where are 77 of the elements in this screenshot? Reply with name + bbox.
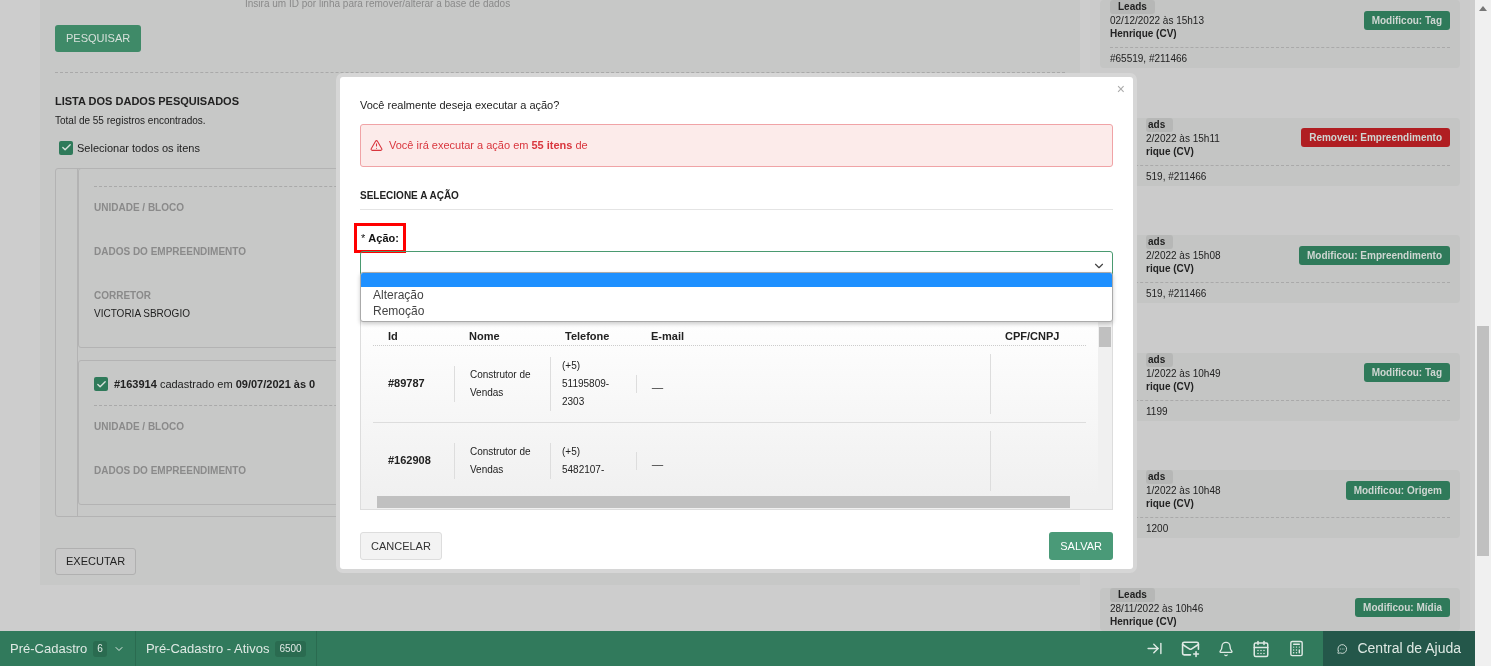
section-title: SELECIONE A AÇÃO	[360, 187, 1113, 210]
activity-ids: 1200	[1145, 522, 1170, 536]
activity-user: rique (CV)	[1146, 380, 1194, 393]
activity-datetime: 02/12/2022 às 15h13	[1110, 15, 1204, 27]
column-header: Nome	[468, 329, 501, 344]
action-badge: Modificou: Empreendimento	[1299, 245, 1450, 265]
action-badge: Modificou: Tag	[1363, 10, 1450, 30]
help-center-button[interactable]: Central de Ajuda	[1323, 631, 1475, 666]
module-tag: Leads	[1110, 0, 1155, 14]
tab-label: Pré-Cadastro - Ativos	[145, 639, 270, 658]
action-badge: Modificou: Origem	[1345, 480, 1450, 500]
alert-text: Você irá executar a ação em 55 itens de	[389, 137, 588, 153]
table-cell: Construtor de Vendas	[454, 442, 550, 479]
field-label: UNIDADE / BLOCO	[94, 202, 184, 214]
module-tag: ads	[1146, 352, 1174, 367]
bottom-tab[interactable]: Pré-Cadastro 6	[0, 631, 136, 666]
warning-icon	[370, 138, 383, 152]
count-badge: 6	[93, 640, 107, 657]
scroll-up-icon[interactable]	[1479, 6, 1487, 11]
dropdown-option[interactable]: Remoção	[361, 303, 1112, 319]
column-header: Telefone	[564, 329, 611, 344]
module-tag: ads	[1146, 470, 1174, 485]
table-cell-text: #162908	[387, 453, 432, 469]
execute-button[interactable]: EXECUTAR	[55, 548, 137, 575]
checkbox[interactable]	[94, 377, 108, 391]
list-title: LISTA DOS DADOS PESQUISADOS	[55, 94, 239, 109]
mail-plus-icon[interactable]	[1181, 639, 1200, 658]
bottom-tab[interactable]: Pré-Cadastro - Ativos 6500	[135, 631, 317, 666]
action-badge: Removeu: Empreendimento	[1301, 128, 1450, 148]
total-text: Total de 55 registros encontrados.	[55, 113, 206, 128]
activity-user: Henrique (CV)	[1110, 28, 1177, 40]
activity-user: rique (CV)	[1146, 498, 1194, 511]
question-text: Você realmente deseja executar a ação?	[360, 98, 561, 113]
table-cell-text: #89787	[387, 376, 426, 392]
checkbox[interactable]	[59, 140, 73, 155]
module-tag: Leads	[1110, 587, 1155, 602]
count-badge: 6500	[275, 640, 306, 657]
field-value: VICTORIA SBROGIO	[94, 308, 190, 320]
activity-datetime: 28/11/2022 às 10h46	[1110, 602, 1204, 615]
calculator-icon[interactable]	[1288, 640, 1305, 657]
module-tag: ads	[1146, 235, 1174, 250]
action-badge: Modificou: Mídia	[1355, 598, 1450, 618]
select-all-label: Selecionar todos os itens	[77, 140, 200, 156]
table-cell: Construtor de Vendas	[454, 365, 550, 402]
field-label: DADOS DO EMPREENDIMENTO	[94, 246, 247, 258]
activity-ids: #65519, #211466	[1110, 52, 1189, 65]
activity-ids: 519, #211466	[1145, 169, 1208, 183]
column-header: E-mail	[650, 329, 685, 344]
tab-label: Pré-Cadastro	[10, 639, 88, 658]
activity-ids: 519, #211466	[1145, 287, 1208, 301]
table-cell: (+5) 51195809-2303	[550, 356, 636, 411]
activity-user: rique (CV)	[1146, 145, 1194, 158]
field-label: CORRETOR	[94, 290, 152, 302]
activity-datetime: 2/2022 às 15h08	[1146, 250, 1221, 263]
activity-user: rique (CV)	[1146, 263, 1194, 276]
action-badge: Modificou: Tag	[1363, 363, 1450, 383]
activity-datetime: 2/2022 às 15h11	[1146, 132, 1220, 145]
field-label: *Ação:	[354, 222, 406, 253]
column-header: CPF/CNPJ	[1004, 329, 1061, 344]
activity-datetime: 1/2022 às 10h49	[1146, 367, 1221, 380]
page-scrollbar[interactable]	[1475, 0, 1491, 666]
cancel-button[interactable]: CANCELAR	[360, 532, 442, 560]
arrow-to-line-icon[interactable]	[1146, 640, 1163, 657]
field-label: DADOS DO EMPREENDIMENTO	[94, 465, 247, 477]
record-header: #163914 cadastrado em 09/07/2021 às 0	[114, 376, 316, 392]
activity-ids: 1199	[1145, 404, 1169, 418]
table-cell: (+5) 5482107-	[550, 442, 636, 479]
table-cell: __	[636, 451, 990, 470]
dropdown-option[interactable]: Alteração	[361, 287, 1112, 303]
activity-user: Henrique (CV)	[1110, 615, 1177, 628]
activity-datetime: 1/2022 às 10h48	[1146, 485, 1221, 498]
bell-icon[interactable]	[1218, 640, 1234, 657]
calendar-icon[interactable]	[1252, 639, 1270, 658]
table-cell: __	[636, 374, 990, 393]
field-label: UNIDADE / BLOCO	[94, 421, 184, 433]
column-header: Id	[387, 329, 399, 344]
module-tag: ads	[1146, 117, 1174, 132]
